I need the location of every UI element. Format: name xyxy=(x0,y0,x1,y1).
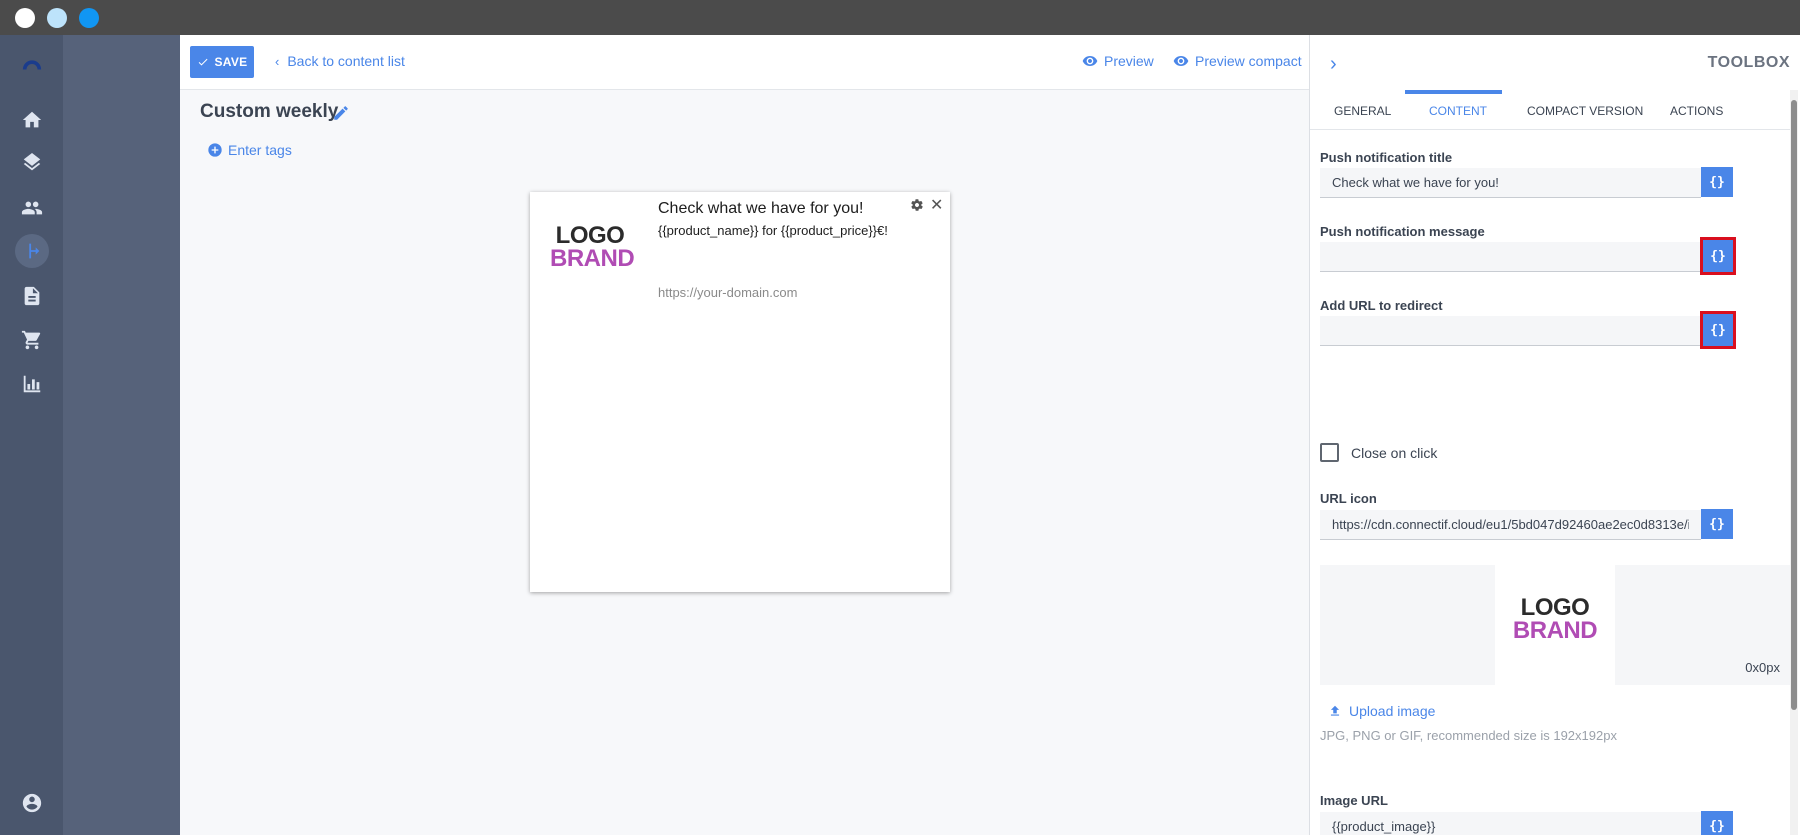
preview-compact-label: Preview compact xyxy=(1195,53,1302,69)
upload-image-label: Upload image xyxy=(1349,703,1436,719)
url-icon-input[interactable] xyxy=(1320,510,1701,540)
preview-label: Preview xyxy=(1104,53,1154,69)
check-icon xyxy=(198,58,207,66)
enter-tags-label: Enter tags xyxy=(228,142,292,158)
push-message-input[interactable] xyxy=(1320,242,1701,272)
window-minimize-dot[interactable] xyxy=(47,8,67,28)
chevron-left-icon: ‹ xyxy=(275,53,280,69)
chart-icon[interactable] xyxy=(19,371,45,397)
close-on-click-checkbox[interactable] xyxy=(1320,443,1339,462)
upload-image-button[interactable]: Upload image xyxy=(1328,703,1435,719)
upload-help-text: JPG, PNG or GIF, recommended size is 192… xyxy=(1320,728,1617,743)
page-title: Custom weekly xyxy=(200,101,339,122)
insert-variable-button[interactable]: {} xyxy=(1701,811,1733,835)
save-button-label: SAVE xyxy=(214,55,248,69)
preview-compact-button[interactable]: Preview compact xyxy=(1173,53,1302,69)
insert-variable-button[interactable]: {} xyxy=(1701,509,1733,539)
push-notification-preview: LOGO BRAND Check what we have for you! {… xyxy=(530,192,950,592)
toolbox-title: TOOLBOX xyxy=(1707,54,1790,71)
insert-variable-button[interactable]: {} xyxy=(1701,167,1733,197)
active-tab-indicator xyxy=(1405,90,1502,94)
image-url-input[interactable] xyxy=(1320,812,1701,835)
sidebar-nav xyxy=(0,35,63,835)
logo-line-2: BRAND xyxy=(1512,617,1598,644)
people-icon[interactable] xyxy=(19,195,45,221)
tab-general[interactable]: GENERAL xyxy=(1334,104,1391,118)
brand-logo-preview: LOGO BRAND xyxy=(1495,594,1615,644)
tab-compact-version[interactable]: COMPACT VERSION xyxy=(1527,104,1643,118)
back-to-list-link[interactable]: ‹ Back to content list xyxy=(275,53,405,69)
close-icon[interactable]: ✕ xyxy=(930,195,943,215)
gear-icon[interactable] xyxy=(910,198,924,212)
pencil-icon[interactable] xyxy=(332,104,350,122)
logo-line-1: LOGO xyxy=(1520,594,1590,621)
url-icon-label: URL icon xyxy=(1320,491,1377,506)
image-preview-box: LOGO BRAND 0x0px xyxy=(1320,565,1790,685)
chevron-right-icon[interactable]: › xyxy=(1330,53,1337,76)
preview-message: {{product_name}} for {{product_price}}€! xyxy=(658,223,888,238)
logo-line-2: BRAND xyxy=(550,245,635,272)
enter-tags-button[interactable]: Enter tags xyxy=(207,142,292,158)
eye-icon xyxy=(1082,56,1098,66)
insert-variable-button[interactable]: {} xyxy=(1700,311,1736,349)
back-link-label: Back to content list xyxy=(287,53,405,69)
tab-actions[interactable]: ACTIONS xyxy=(1670,104,1723,118)
image-size-label: 0x0px xyxy=(1745,660,1780,675)
workflow-icon[interactable] xyxy=(15,234,49,268)
push-message-label: Push notification message xyxy=(1320,224,1485,239)
sidebar-panel xyxy=(63,35,180,835)
upload-icon xyxy=(1330,705,1340,716)
toolbox-tabs: GENERAL CONTENT COMPACT VERSION ACTIONS xyxy=(1310,90,1790,130)
window-close-dot[interactable] xyxy=(15,8,35,28)
eye-icon xyxy=(1173,56,1189,66)
scrollbar-thumb[interactable] xyxy=(1791,100,1797,710)
window-titlebar xyxy=(0,0,1800,35)
layers-icon[interactable] xyxy=(19,151,45,177)
editor-topbar: SAVE ‹ Back to content list Preview Prev… xyxy=(180,35,1309,90)
document-icon[interactable] xyxy=(19,283,45,309)
account-icon[interactable] xyxy=(19,790,45,816)
close-on-click-label: Close on click xyxy=(1351,445,1438,461)
save-button[interactable]: SAVE xyxy=(190,46,254,78)
preview-button[interactable]: Preview xyxy=(1082,53,1154,69)
preview-url: https://your-domain.com xyxy=(658,285,798,300)
push-title-input[interactable] xyxy=(1320,168,1701,198)
add-circle-icon xyxy=(208,143,222,157)
window-maximize-dot[interactable] xyxy=(79,8,99,28)
push-title-label: Push notification title xyxy=(1320,150,1453,165)
tab-content[interactable]: CONTENT xyxy=(1429,104,1487,118)
brand-logo: LOGO BRAND xyxy=(550,222,635,272)
image-url-label: Image URL xyxy=(1320,793,1388,808)
logo-icon[interactable] xyxy=(19,51,45,77)
redirect-url-input[interactable] xyxy=(1320,316,1701,346)
toolbox-scrollbar[interactable] xyxy=(1790,90,1798,835)
redirect-url-label: Add URL to redirect xyxy=(1320,298,1443,313)
cart-icon[interactable] xyxy=(19,327,45,353)
preview-title: Check what we have for you! xyxy=(658,200,864,217)
logo-line-1: LOGO xyxy=(555,222,625,249)
home-icon[interactable] xyxy=(19,107,45,133)
toolbox-panel: › TOOLBOX GENERAL CONTENT COMPACT VERSIO… xyxy=(1309,35,1800,835)
insert-variable-button[interactable]: {} xyxy=(1700,237,1736,275)
